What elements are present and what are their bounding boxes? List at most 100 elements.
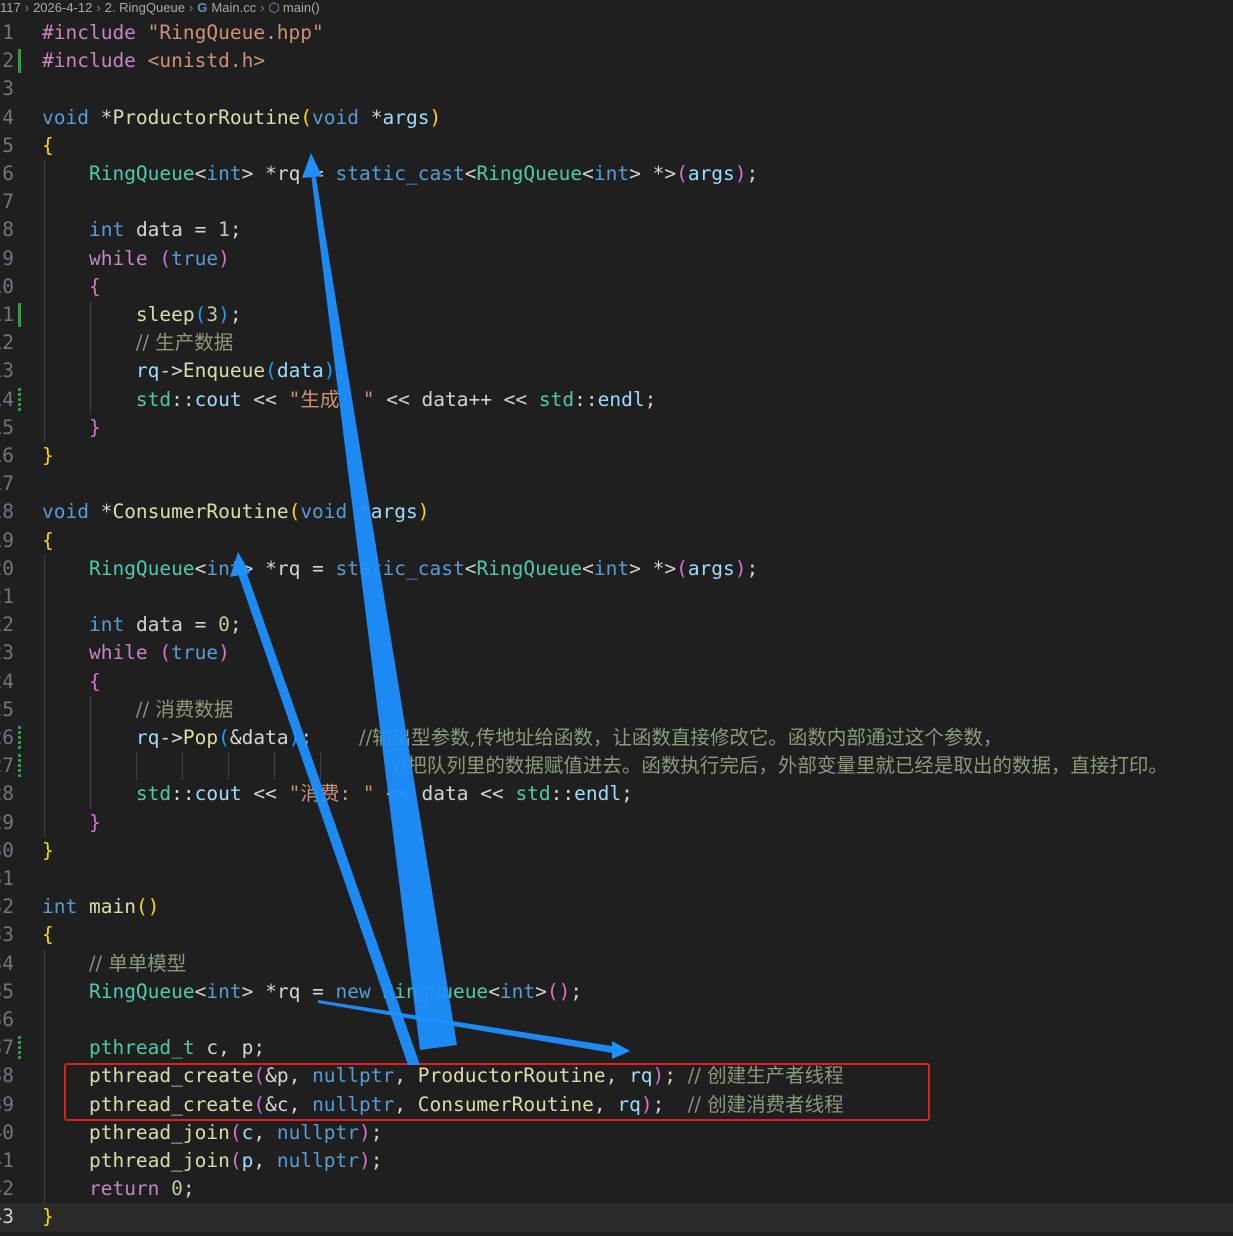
code-line[interactable]: 42 return 0;	[0, 1175, 1233, 1204]
code-line[interactable]: 6 RingQueue<int> *rq = static_cast<RingQ…	[0, 160, 1233, 189]
code-line[interactable]: 7	[0, 188, 1233, 217]
code-token: ;	[335, 359, 348, 383]
highlight-box	[64, 1063, 930, 1121]
breadcrumb-item-folder[interactable]: 117	[0, 0, 21, 16]
code-editor[interactable]: 1 #include "RingQueue.hpp" 2 #include <unis…	[0, 19, 1233, 1236]
breadcrumb-item-date-folder[interactable]: 2026-4-12	[33, 0, 92, 16]
code-line[interactable]: 11 sleep(3);	[0, 301, 1233, 330]
code-token: )	[218, 303, 230, 326]
line-gutter: 4	[0, 104, 20, 132]
code-token: pthread_join	[88, 1149, 230, 1172]
code-token: sleep	[135, 303, 195, 326]
line-gutter: 32	[0, 893, 20, 921]
code-token: std	[135, 782, 172, 806]
code-token: endl	[597, 387, 645, 411]
git-change-marker[interactable]	[18, 754, 21, 779]
code-token: )	[218, 641, 230, 665]
code-line[interactable]: 3	[0, 75, 1233, 103]
code-line[interactable]: 8 int data = 1;	[0, 216, 1233, 245]
code-token: }	[42, 838, 54, 862]
code-line[interactable]: 25 // 消费数据	[0, 695, 1233, 724]
code-line[interactable]: 41 pthread_join(p, nullptr);	[0, 1147, 1233, 1176]
line-number: 14	[0, 387, 14, 411]
code-line[interactable]: 5{	[0, 132, 1233, 160]
line-gutter: 5	[0, 132, 20, 160]
line-number: 39	[0, 1092, 14, 1116]
git-change-marker[interactable]	[18, 49, 21, 74]
code-line[interactable]: 36	[0, 1006, 1233, 1035]
git-change-marker[interactable]	[18, 387, 21, 412]
breadcrumb-item-symbol[interactable]: main()	[283, 0, 320, 16]
line-gutter: 37	[0, 1034, 20, 1062]
breadcrumb-item-project[interactable]: 2. RingQueue	[105, 0, 185, 16]
code-line[interactable]: 29 }	[0, 808, 1233, 837]
code-token: int	[206, 979, 242, 1003]
code-line[interactable]: 14 std::cout << "生成: " << data++ << std:…	[0, 385, 1233, 414]
code-line[interactable]: 13 rq->Enqueue(data);	[0, 357, 1233, 386]
code-token: {	[42, 923, 54, 947]
code-line[interactable]: 28 std::cout << "消费: " << data << std::e…	[0, 780, 1233, 809]
line-gutter: 25	[0, 696, 20, 724]
line-number: 7	[2, 190, 14, 214]
code-line[interactable]: 19 {	[0, 527, 1233, 555]
git-change-marker[interactable]	[18, 303, 21, 327]
code-line[interactable]: 21	[0, 583, 1233, 612]
code-line[interactable]: 37 pthread_t c, p;	[0, 1034, 1233, 1063]
code-token: nullptr	[276, 1120, 360, 1144]
code-line[interactable]: 9 while (true)	[0, 244, 1233, 273]
line-gutter: 38	[0, 1062, 20, 1090]
code-token: )	[429, 105, 442, 129]
code-line[interactable]: 23 while (true)	[0, 639, 1233, 668]
code-line[interactable]: 40 pthread_join(c, nullptr);	[0, 1118, 1233, 1147]
code-line[interactable]: 10 {	[0, 272, 1233, 301]
code-token: void	[42, 105, 101, 129]
code-line[interactable]: 43}	[0, 1203, 1233, 1232]
code-token: 1	[218, 218, 230, 242]
code-token: pthread_join	[88, 1120, 230, 1144]
git-change-marker[interactable]	[18, 1036, 21, 1061]
code-line[interactable]: 31	[0, 865, 1233, 893]
line-number: 9	[2, 246, 14, 270]
code-line[interactable]: 15 }	[0, 413, 1233, 442]
code-token: ::	[171, 782, 195, 806]
code-token: int	[88, 613, 125, 637]
code-line[interactable]: 30}	[0, 837, 1233, 865]
code-line[interactable]: 20 RingQueue<int> *rq = static_cast<Ring…	[0, 554, 1233, 583]
line-gutter: 6	[0, 160, 20, 188]
code-token: )	[323, 359, 336, 383]
code-line[interactable]: 26 rq->Pop(&data); //输出型参数,传地址给函数，让函数直接修…	[0, 724, 1233, 753]
code-line[interactable]: 33 {	[0, 921, 1233, 949]
code-text: pthread_join(c, nullptr);	[42, 1119, 383, 1147]
code-line[interactable]: 4 void *ProductorRoutine(void *args)	[0, 104, 1233, 132]
breadcrumb-item-file[interactable]: Main.cc	[211, 0, 256, 16]
code-line[interactable]: 2 #include <unistd.h>	[0, 47, 1233, 75]
code-token: (	[194, 303, 207, 326]
code-line[interactable]: 1 #include "RingQueue.hpp"	[0, 19, 1233, 47]
code-line[interactable]: 17	[0, 470, 1233, 498]
line-number: 17	[0, 472, 14, 496]
code-token: RingQueue	[88, 162, 195, 185]
code-line[interactable]: 22 int data = 0;	[0, 611, 1233, 640]
line-number: 19	[0, 528, 14, 552]
code-token: 0	[171, 1177, 183, 1201]
code-line[interactable]: 34 // 单单模型	[0, 949, 1233, 978]
code-line[interactable]: 18void *ConsumerRoutine(void *args)	[0, 498, 1233, 526]
code-line[interactable]: 24 {	[0, 667, 1233, 696]
code-line[interactable]: 27 //把队列里的数据赋值进去。函数执行完后，外部变量里就已经是取出的数据，直…	[0, 752, 1233, 781]
code-token: #include	[42, 49, 148, 73]
code-line[interactable]: 35 RingQueue<int> *rq = new RingQueue<in…	[0, 977, 1233, 1006]
code-text: #include "RingQueue.hpp"	[42, 19, 324, 47]
code-token: )	[734, 556, 747, 580]
code-token: "生成: "	[288, 387, 375, 411]
code-token: static_cast	[335, 162, 465, 185]
code-token: // 单单模型	[88, 951, 187, 975]
cube-icon: ⬡	[268, 0, 280, 15]
code-token: //输出型参数,传地址给函数，让函数直接修改它。函数内部通过这个参数，	[359, 726, 1003, 749]
code-line[interactable]: 32 int main()	[0, 893, 1233, 921]
code-line[interactable]: 12 // 生产数据	[0, 329, 1233, 358]
git-change-marker[interactable]	[18, 726, 21, 750]
code-line[interactable]: 16}	[0, 442, 1233, 470]
